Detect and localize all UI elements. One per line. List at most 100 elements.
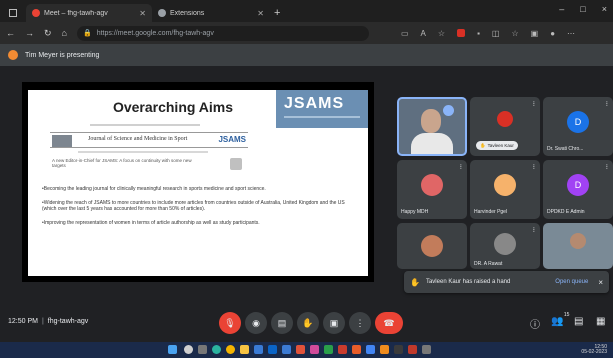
- refresh-icon[interactable]: ↻: [44, 28, 52, 39]
- participant-tile-self[interactable]: [397, 97, 467, 156]
- store-icon[interactable]: [254, 345, 263, 354]
- more-options-icon[interactable]: ⁝: [460, 163, 462, 171]
- avatar: D: [567, 110, 589, 133]
- people-icon: 👥: [551, 316, 564, 327]
- open-queue-link[interactable]: Open queue: [555, 279, 588, 285]
- journal-header-image: Journal of Science and Medicine in Sport…: [50, 124, 248, 176]
- raise-hand-button[interactable]: ✋: [297, 312, 319, 334]
- mic-off-icon: 🎙: [224, 317, 236, 328]
- app-icon[interactable]: [310, 345, 319, 354]
- crossmark-icon: [230, 158, 242, 170]
- tab-meet[interactable]: Meet – fhg-tawh-agv ✕: [26, 4, 152, 22]
- slide: Overarching Aims JSAMS Journal of Scienc…: [28, 90, 368, 276]
- presenting-text: Tim Meyer is presenting: [25, 51, 100, 59]
- tab-actions-button[interactable]: [0, 4, 26, 22]
- raised-hand-pill: ✋ Tavleen Kaur: [476, 141, 518, 150]
- app-icon[interactable]: [422, 345, 431, 354]
- more-options-icon[interactable]: ⁝: [533, 226, 535, 234]
- search-icon[interactable]: [184, 345, 193, 354]
- presenter-avatar: [8, 50, 18, 60]
- meet-window: Meet – fhg-tawh-agv ✕ Extensions ✕ + – □…: [0, 0, 613, 358]
- taskview-icon[interactable]: [198, 345, 207, 354]
- mail-icon[interactable]: [268, 345, 277, 354]
- back-icon[interactable]: ←: [6, 28, 15, 38]
- captions-button[interactable]: ▤: [271, 312, 293, 334]
- system-tray[interactable]: 12:50 05-02-2023: [581, 345, 607, 355]
- article-citation: A new Editor-in-Chief for JSAMS: A focus…: [52, 158, 192, 168]
- chrome-icon[interactable]: [226, 345, 235, 354]
- favorites-bar-icon[interactable]: ☆: [511, 29, 518, 38]
- more-menu-icon[interactable]: ⋯: [567, 29, 575, 38]
- app-icon[interactable]: [352, 345, 361, 354]
- windows-start-icon[interactable]: [168, 345, 177, 354]
- app-icon[interactable]: [408, 345, 417, 354]
- app-icon[interactable]: [282, 345, 291, 354]
- extension-red-icon[interactable]: [457, 29, 466, 37]
- close-window-button[interactable]: ×: [602, 4, 607, 14]
- app-icon[interactable]: [296, 345, 305, 354]
- participant-tile[interactable]: ⁝ DR. A Rawat: [470, 223, 540, 269]
- participant-tile[interactable]: ⁝ Happy MDH: [397, 160, 467, 219]
- participant-tile[interactable]: ⁝ Harvinder Pgel: [470, 160, 540, 219]
- more-options-icon[interactable]: ⁝: [606, 100, 608, 108]
- mic-off-button[interactable]: 🎙: [219, 312, 241, 334]
- video-shirt: [411, 133, 453, 154]
- participant-tile[interactable]: ⁝ D DPDKD E Admin: [543, 160, 613, 219]
- more-options-icon[interactable]: ⁝: [606, 163, 608, 171]
- present-icon: ▣: [329, 317, 339, 328]
- participant-count: 15: [563, 312, 570, 318]
- collections-icon[interactable]: ▣: [531, 29, 539, 38]
- minimize-button[interactable]: –: [559, 4, 564, 14]
- edge-icon[interactable]: [212, 345, 221, 354]
- chat-button[interactable]: ▤: [574, 316, 583, 327]
- app-icon[interactable]: [324, 345, 333, 354]
- presentation-frame[interactable]: Overarching Aims JSAMS Journal of Scienc…: [22, 82, 374, 282]
- participant-tile[interactable]: ⁝ D Dr. Swati Chro...: [543, 97, 613, 156]
- more-options-button[interactable]: ⋮: [349, 312, 371, 334]
- info-button[interactable]: ⓘ: [530, 316, 540, 331]
- meeting-controls: 12:50 PM | fhg-tawh-agv 🎙 ◉ ▤ ✋ ▣ ⋮ ☎ ⓘ 👥 …: [0, 306, 613, 342]
- participant-name: DR. A Rawat: [474, 261, 503, 267]
- extension-icon[interactable]: ▪: [477, 29, 480, 38]
- meeting-code: fhg-tawh-agv: [47, 318, 89, 325]
- new-tab-button[interactable]: +: [274, 7, 280, 19]
- presentation-stage: Overarching Aims JSAMS Journal of Scienc…: [0, 66, 395, 306]
- forward-icon[interactable]: →: [25, 28, 34, 38]
- app-icon[interactable]: [366, 345, 375, 354]
- explorer-icon[interactable]: [240, 345, 249, 354]
- toast-close-button[interactable]: ×: [598, 278, 603, 287]
- logo-underline: [284, 116, 360, 118]
- hand-icon: ✋: [410, 277, 420, 287]
- participant-tile[interactable]: ⁝ ✋ Tavleen Kaur: [470, 97, 540, 156]
- camera-button[interactable]: ◉: [245, 312, 267, 334]
- tab-extensions[interactable]: Extensions ✕: [152, 4, 270, 22]
- app-icon[interactable]: [380, 345, 389, 354]
- maximize-button[interactable]: □: [580, 4, 585, 14]
- video-face: [421, 109, 441, 133]
- tab-close-icon[interactable]: ✕: [257, 9, 264, 18]
- tab-label: Extensions: [170, 9, 205, 17]
- more-options-icon[interactable]: ⁝: [533, 163, 535, 171]
- participant-tile-video[interactable]: [543, 223, 613, 269]
- bullet-item: •Improving the representation of women i…: [42, 219, 260, 226]
- meet-favicon-icon: [32, 9, 40, 17]
- read-aloud-icon[interactable]: A: [421, 29, 426, 38]
- profile-icon[interactable]: ●: [550, 29, 555, 38]
- app-icon[interactable]: [338, 345, 347, 354]
- meeting-info: 12:50 PM | fhg-tawh-agv: [8, 318, 89, 325]
- activities-button[interactable]: ▦: [596, 316, 605, 327]
- jsams-logo-text: JSAMS: [284, 95, 345, 112]
- favorite-icon[interactable]: ☆: [438, 29, 445, 38]
- more-options-icon[interactable]: ⁝: [533, 100, 535, 108]
- home-icon[interactable]: ⌂: [62, 28, 67, 38]
- present-button[interactable]: ▣: [323, 312, 345, 334]
- tab-close-icon[interactable]: ✕: [139, 9, 146, 18]
- journal-cover-thumbnail: [52, 135, 72, 147]
- address-bar[interactable]: 🔒 https://meet.google.com/fhg-tawh-agv: [76, 25, 369, 41]
- leave-call-button[interactable]: ☎: [375, 312, 403, 334]
- people-button[interactable]: 👥 15: [551, 312, 569, 327]
- split-screen-icon[interactable]: ◫: [492, 29, 500, 38]
- app-icon[interactable]: [394, 345, 403, 354]
- camera-icon[interactable]: ▭: [401, 29, 409, 38]
- participant-tile[interactable]: [397, 223, 467, 269]
